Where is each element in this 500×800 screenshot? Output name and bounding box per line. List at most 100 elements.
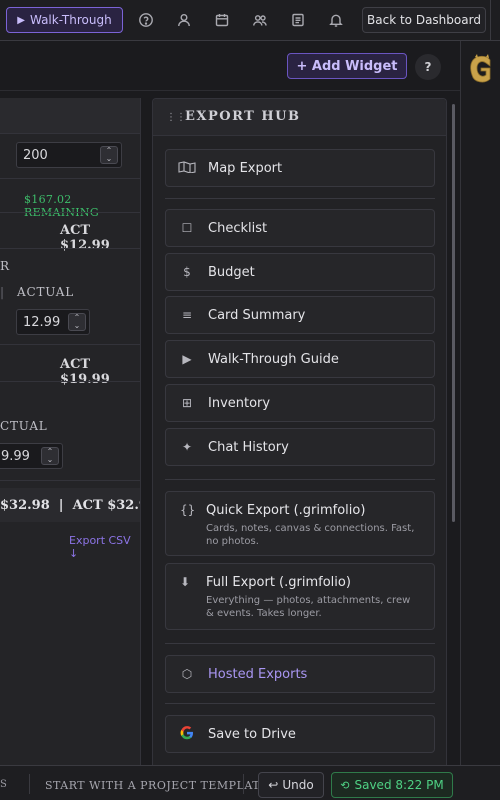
budget-total-value: 200 bbox=[23, 147, 48, 163]
checklist-export-button[interactable]: ☐ Checklist bbox=[165, 209, 435, 247]
back-to-dashboard-button[interactable]: Back to Dashboard bbox=[362, 7, 486, 33]
help-circle-icon[interactable] bbox=[138, 12, 154, 28]
checkbox-icon: ☐ bbox=[181, 221, 193, 235]
grimfolio-logo-icon[interactable] bbox=[468, 54, 494, 86]
budget-export-button[interactable]: $ Budget bbox=[165, 253, 435, 291]
budget-total-stepper[interactable]: ⌃ ⌄ bbox=[100, 146, 118, 164]
download-arrow-icon: ⬇ bbox=[180, 575, 191, 589]
saved-label: Saved 8:22 PM bbox=[354, 778, 444, 792]
undo-button[interactable]: ↩ Undo bbox=[258, 772, 324, 798]
walkthrough-guide-export-button[interactable]: ▶ Walk-Through Guide bbox=[165, 340, 435, 378]
chevron-down-icon: ⌄ bbox=[73, 321, 81, 330]
map-icon bbox=[166, 160, 208, 176]
top-divider bbox=[490, 0, 491, 41]
budget-separator bbox=[0, 212, 140, 213]
top-bar: ▶ Walk-Through Back to Dashboard bbox=[0, 0, 500, 41]
actual-value-2: 9.99 bbox=[1, 448, 30, 464]
hub-separator bbox=[165, 703, 435, 704]
chevron-down-icon: ⌄ bbox=[105, 154, 113, 163]
save-to-drive-label: Save to Drive bbox=[208, 726, 296, 742]
grand-total-text: $32.98 | ACT $32.98 bbox=[0, 497, 140, 513]
walkthrough-label: Walk-Through bbox=[29, 13, 112, 27]
item-actual-total-2: ACT $19.99 bbox=[60, 357, 110, 387]
full-export-button[interactable]: ⬇ Full Export (.grimfolio) Everything — … bbox=[165, 563, 435, 630]
sync-icon: ⟲ bbox=[340, 778, 350, 792]
budget-separator bbox=[0, 178, 140, 179]
undo-label: Undo bbox=[282, 778, 314, 792]
budget-label: Budget bbox=[208, 264, 255, 280]
inventory-label: Inventory bbox=[208, 395, 271, 411]
card-summary-label: Card Summary bbox=[208, 307, 306, 323]
chevron-down-icon: ⌄ bbox=[46, 455, 54, 464]
list-icon: ≡ bbox=[181, 308, 193, 322]
walkthrough-guide-label: Walk-Through Guide bbox=[208, 351, 339, 367]
actual-input-1[interactable]: 12.99 ⌃ ⌄ bbox=[16, 309, 90, 335]
help-button[interactable]: ? bbox=[415, 54, 441, 80]
hub-separator bbox=[165, 643, 435, 644]
play-icon: ▶ bbox=[182, 352, 192, 366]
bottom-left-fragment: S bbox=[0, 779, 7, 790]
saved-status: ⟲ Saved 8:22 PM bbox=[331, 772, 453, 798]
undo-arrow-icon: ↩ bbox=[268, 778, 279, 792]
remaining-amount: $167.02 REMAINING bbox=[24, 193, 99, 219]
budget-separator bbox=[0, 344, 140, 345]
sparkle-icon: ✦ bbox=[181, 440, 193, 454]
hosted-exports-label: Hosted Exports bbox=[208, 666, 308, 682]
budget-widget: 200 ⌃ ⌄ $167.02 REMAINING ACT $12.99 R |… bbox=[0, 98, 141, 765]
bottom-divider bbox=[29, 774, 30, 794]
chat-history-export-button[interactable]: ✦ Chat History bbox=[165, 428, 435, 466]
save-to-drive-button[interactable]: Save to Drive bbox=[165, 715, 435, 753]
add-widget-button[interactable]: + Add Widget bbox=[287, 53, 407, 79]
export-hub-header: ⋮⋮ EXPORT HUB bbox=[153, 99, 446, 136]
document-icon[interactable] bbox=[290, 12, 306, 28]
walkthrough-button[interactable]: ▶ Walk-Through bbox=[6, 7, 123, 33]
budget-separator bbox=[0, 381, 140, 382]
budget-grand-total: $32.98 | ACT $32.98 bbox=[0, 488, 140, 522]
users-icon[interactable] bbox=[252, 12, 268, 28]
inventory-export-button[interactable]: ⊞ Inventory bbox=[165, 384, 435, 422]
calendar-icon[interactable] bbox=[214, 12, 230, 28]
export-hub-widget: ⋮⋮ EXPORT HUB Map Export ☐ Checklist $ B… bbox=[152, 98, 447, 765]
budget-separator bbox=[0, 248, 140, 249]
project-template-link[interactable]: START WITH A PROJECT TEMPLATE bbox=[45, 779, 269, 792]
budget-widget-header bbox=[0, 98, 140, 134]
hub-separator bbox=[165, 479, 435, 480]
actual-value-1: 12.99 bbox=[23, 314, 61, 330]
drag-handle-icon[interactable]: ⋮⋮ bbox=[166, 112, 186, 124]
hosted-exports-button[interactable]: ⬡ Hosted Exports bbox=[165, 655, 435, 693]
actual-header-2: CTUAL bbox=[0, 419, 48, 433]
right-rail bbox=[460, 41, 500, 765]
section-label-fragment: R bbox=[0, 259, 10, 273]
play-icon: ▶ bbox=[17, 14, 25, 26]
user-icon[interactable] bbox=[176, 12, 192, 28]
quick-export-button[interactable]: {} Quick Export (.grimfolio) Cards, note… bbox=[165, 491, 435, 556]
bottom-divider bbox=[243, 774, 244, 794]
map-export-label: Map Export bbox=[208, 160, 283, 176]
full-export-description: Everything — photos, attachments, crew &… bbox=[206, 595, 411, 619]
chat-history-label: Chat History bbox=[208, 439, 289, 455]
actual-stepper-2[interactable]: ⌃ ⌄ bbox=[41, 447, 59, 465]
checklist-label: Checklist bbox=[208, 220, 268, 236]
quick-export-description: Cards, notes, canvas & connections. Fast… bbox=[206, 523, 415, 547]
actual-stepper-1[interactable]: ⌃ ⌄ bbox=[68, 313, 86, 331]
actual-header-1: ACTUAL bbox=[17, 285, 75, 299]
quick-export-title: Quick Export (.grimfolio) bbox=[206, 503, 366, 518]
hub-separator bbox=[165, 198, 435, 199]
toolbar-divider bbox=[0, 90, 460, 91]
code-braces-icon: {} bbox=[180, 503, 196, 517]
hexagon-icon: ⬡ bbox=[181, 667, 193, 681]
full-export-title: Full Export (.grimfolio) bbox=[206, 575, 351, 590]
bell-icon[interactable] bbox=[328, 12, 344, 28]
card-summary-export-button[interactable]: ≡ Card Summary bbox=[165, 296, 435, 334]
map-export-button[interactable]: Map Export bbox=[165, 149, 435, 187]
export-hub-scrollbar[interactable] bbox=[452, 104, 455, 522]
budget-total-input[interactable]: 200 ⌃ ⌄ bbox=[16, 142, 122, 168]
export-hub-title: EXPORT HUB bbox=[185, 109, 301, 124]
dollar-icon: $ bbox=[183, 265, 191, 279]
export-csv-link[interactable]: Export CSV ↓ bbox=[69, 534, 140, 560]
actual-input-2[interactable]: 9.99 ⌃ ⌄ bbox=[0, 443, 63, 469]
google-icon bbox=[166, 725, 208, 743]
budget-separator bbox=[0, 480, 140, 481]
column-divider-glyph: | bbox=[0, 285, 5, 299]
grid-icon: ⊞ bbox=[181, 396, 193, 410]
